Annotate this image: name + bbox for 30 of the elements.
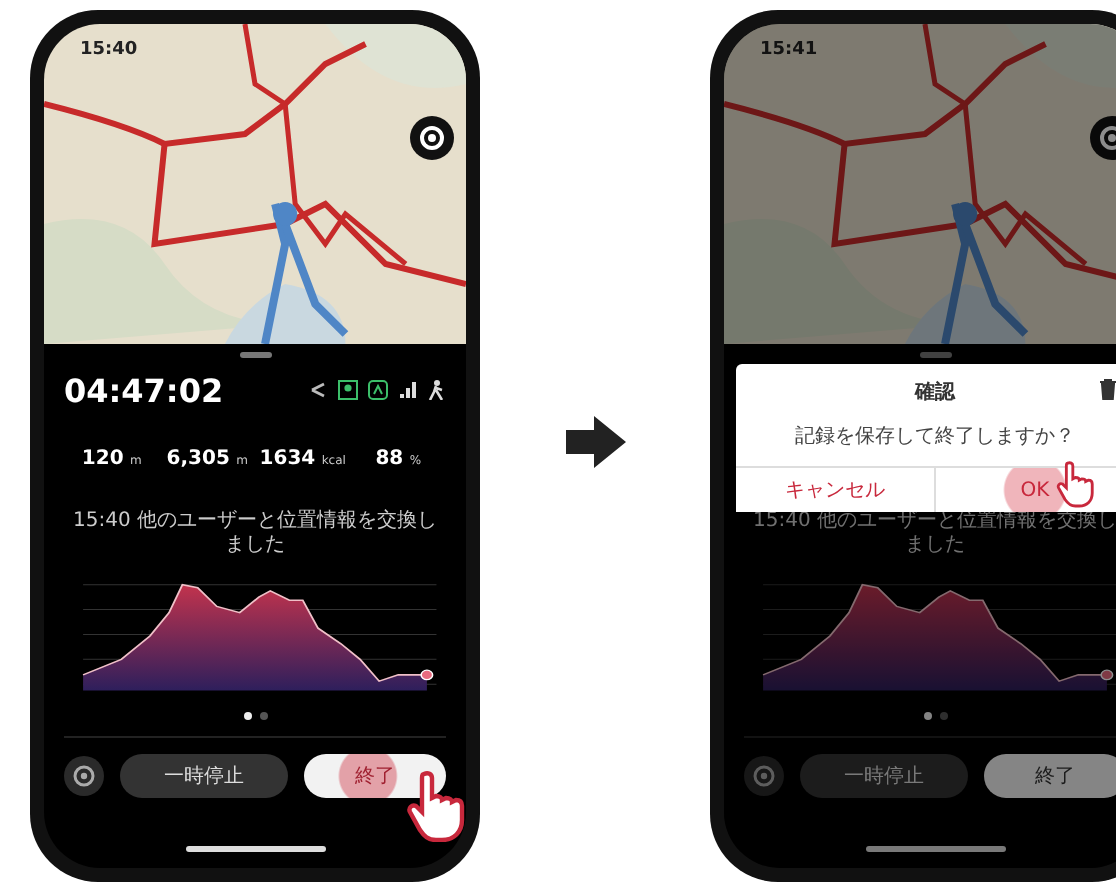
page-dot[interactable] — [923, 712, 931, 720]
hiker-icon — [428, 380, 446, 400]
status-time: 15:41 — [760, 40, 818, 60]
home-indicator — [185, 846, 325, 852]
notice-text: 15:40 他のユーザーと位置情報を交換しました — [71, 510, 439, 558]
status-time: 15:40 — [80, 40, 138, 60]
pause-button[interactable]: 一時停止 — [800, 754, 967, 798]
dialog-message: 記録を保存して終了しますか？ — [793, 423, 1077, 450]
pause-button[interactable]: 一時停止 — [120, 754, 287, 798]
gear-icon — [72, 764, 96, 788]
elapsed-time: 04:47:02 — [64, 371, 224, 409]
share-icon — [308, 380, 328, 400]
drag-handle[interactable] — [919, 352, 951, 358]
page-dot[interactable] — [243, 712, 251, 720]
hand-pointer-icon — [406, 770, 466, 842]
gear-icon — [752, 764, 776, 788]
dialog-title: 確認 — [912, 379, 958, 406]
settings-button[interactable] — [64, 756, 104, 796]
drag-handle[interactable] — [239, 352, 271, 358]
people-icon — [338, 380, 358, 400]
map-icon — [368, 380, 388, 400]
trash-icon[interactable] — [1098, 378, 1116, 400]
finish-button[interactable]: 終了 — [303, 754, 446, 798]
arrow-icon — [565, 416, 625, 468]
page-dot[interactable] — [259, 712, 267, 720]
home-indicator — [865, 846, 1005, 852]
finish-button[interactable]: 終了 — [983, 754, 1116, 798]
target-icon — [418, 124, 446, 152]
page-dot[interactable] — [939, 712, 947, 720]
signal-icon — [398, 380, 418, 400]
